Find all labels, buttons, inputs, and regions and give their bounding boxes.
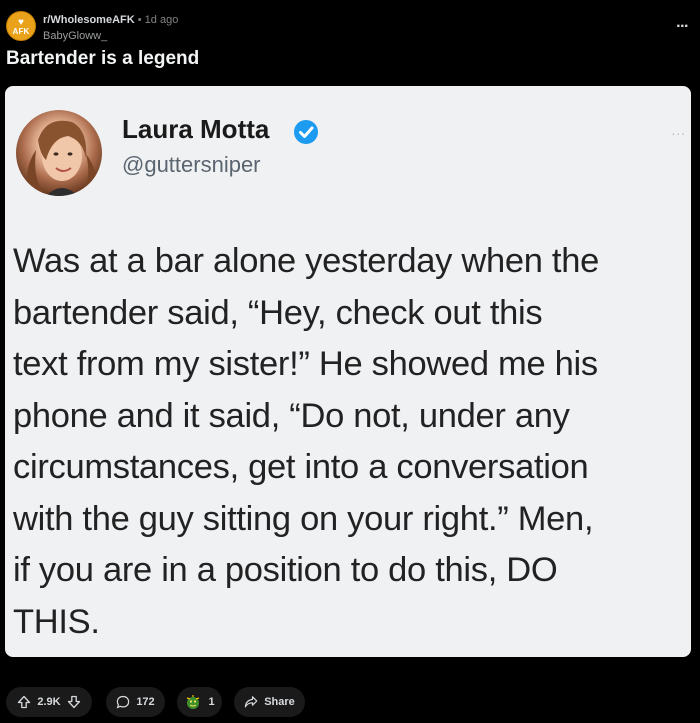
tweet-text: Was at a bar alone yesterday when the ba… — [13, 236, 689, 648]
tweet-text-line: Was at a bar alone yesterday when the — [13, 242, 599, 280]
award-count: 1 — [208, 696, 215, 708]
tweet-text-line: bartender said, “Hey, check out this — [13, 293, 543, 332]
tweet-more-icon: ... — [671, 122, 686, 138]
comment-icon — [116, 695, 130, 709]
vote-control: 2.9K — [6, 687, 92, 717]
tweet-text-line: phone and it said, “Do not, under any — [13, 396, 570, 435]
tweet-text-line: text from my sister!” He showed me his — [13, 345, 598, 383]
subreddit-link[interactable]: r/WholesomeAFK — [43, 14, 135, 26]
post-header: ♥ AFK r/WholesomeAFK • 1d ago BabyGloww_… — [6, 9, 694, 43]
post-age: 1d ago — [144, 14, 179, 26]
author-link[interactable]: BabyGloww_ — [43, 30, 107, 42]
tweet-author-handle: @guttersniper — [122, 152, 261, 177]
subreddit-avatar-label: AFK — [12, 26, 30, 36]
tweet-avatar — [16, 110, 102, 196]
tweet-image[interactable]: Laura Motta @guttersniper ... Was at a b… — [5, 86, 691, 657]
tweet-text-line: with the guy sitting on your right.” Men… — [13, 499, 594, 538]
post-title[interactable]: Bartender is a legend — [6, 48, 199, 70]
overflow-menu-icon[interactable]: ... — [676, 15, 688, 31]
share-button[interactable]: Share — [234, 687, 305, 717]
share-icon — [245, 696, 258, 708]
verified-badge-icon — [294, 120, 318, 144]
downvote-icon[interactable] — [67, 695, 81, 709]
subreddit-avatar-icon[interactable]: ♥ AFK — [6, 11, 36, 41]
award-button[interactable]: 1 — [177, 687, 222, 717]
tweet-text-line: if you are in a position to do this, DO — [13, 551, 558, 589]
comment-count: 172 — [136, 696, 155, 708]
upvote-icon[interactable] — [17, 695, 31, 709]
vote-count: 2.9K — [37, 696, 61, 708]
profile-photo-icon — [27, 120, 97, 196]
comments-button[interactable]: 172 — [106, 687, 165, 717]
post-action-bar: 2.9K 172 1 Share — [6, 687, 694, 719]
heart-icon: ♥ — [18, 16, 24, 28]
tweet-text-line: circumstances, get into a conversation — [13, 448, 589, 486]
meta-separator: • — [137, 14, 142, 26]
share-label: Share — [264, 696, 295, 708]
post-meta: r/WholesomeAFK • 1d ago — [43, 14, 178, 26]
tweet-text-line: THIS. — [13, 602, 100, 641]
tweet-author-name: Laura Motta — [122, 114, 270, 144]
award-icon — [187, 695, 200, 709]
